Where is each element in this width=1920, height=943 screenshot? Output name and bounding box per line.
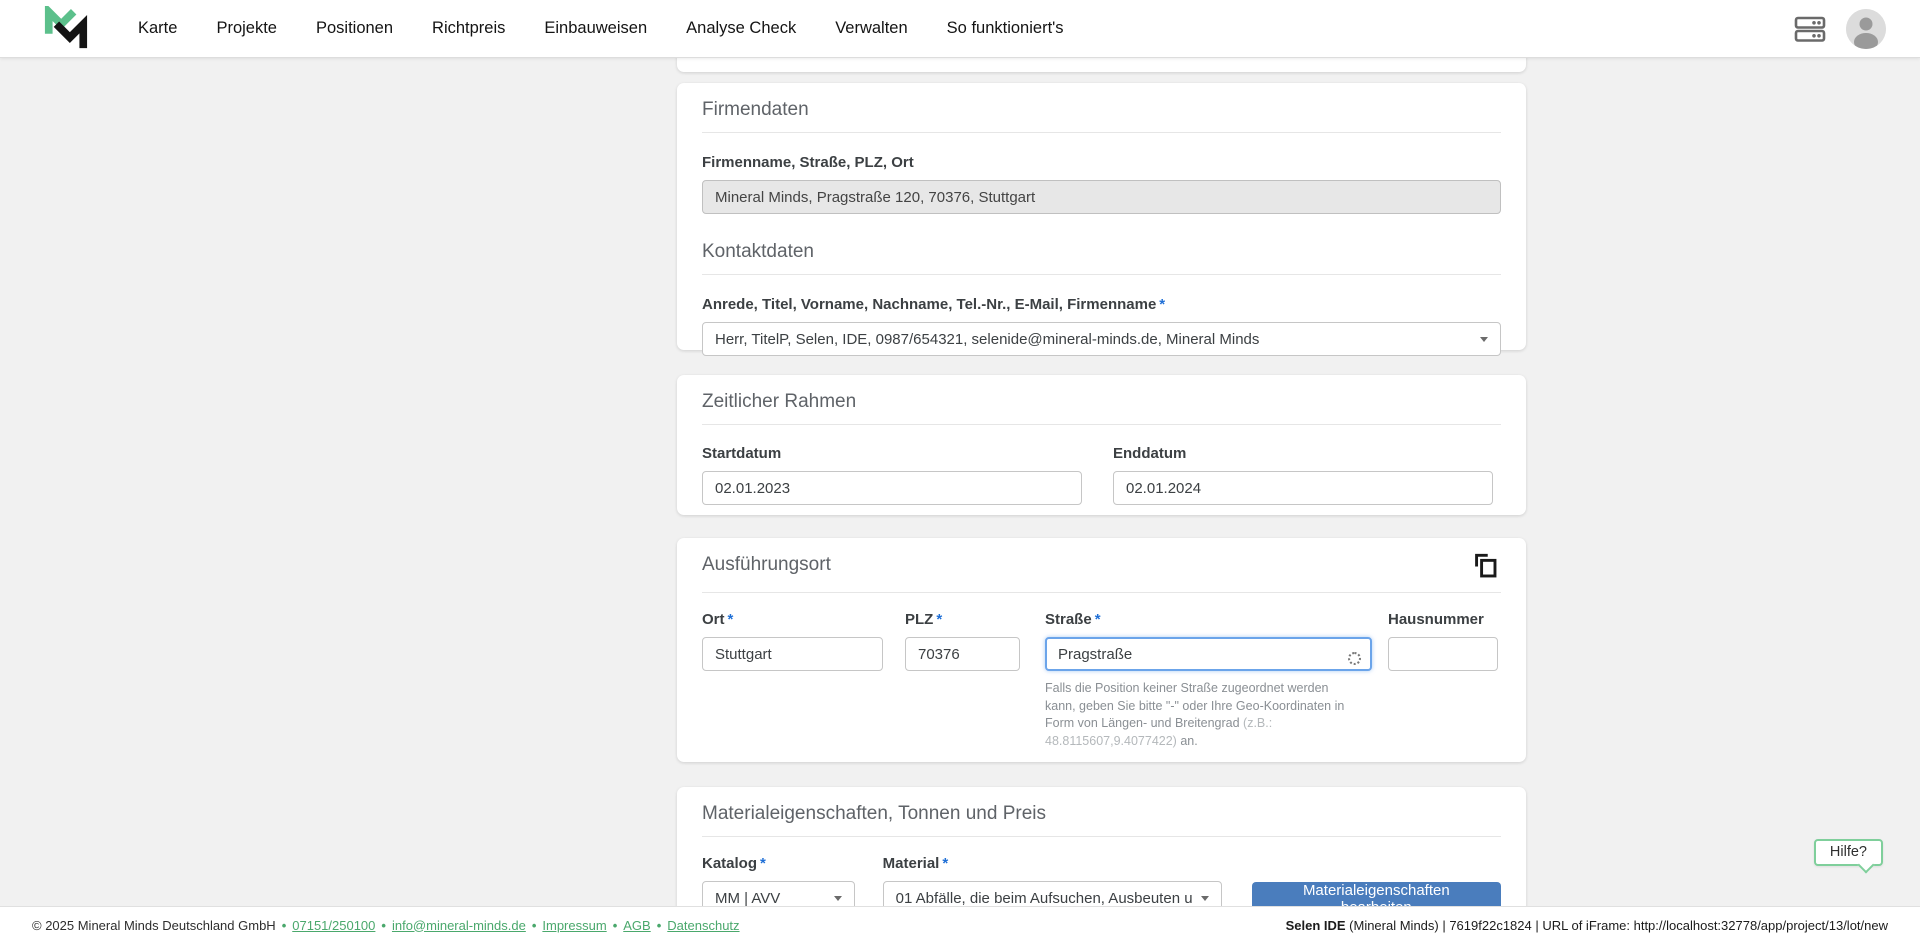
startdatum-input[interactable]	[702, 471, 1082, 505]
kontaktdaten-section-title: Kontaktdaten	[702, 241, 1501, 263]
timeframe-card: Zeitlicher Rahmen Startdatum Enddatum	[677, 375, 1526, 515]
nav-item-so-funktionierts[interactable]: So funktioniert's	[947, 19, 1064, 38]
section-divider	[702, 132, 1501, 133]
required-asterisk: *	[760, 855, 766, 872]
footer-ide-details: (Mineral Minds) | 7619f22c1824 | URL of …	[1346, 918, 1888, 933]
strasse-helper-text: Falls die Position keiner Straße zugeord…	[1045, 680, 1357, 750]
top-navbar: Karte Projekte Positionen Richtpreis Ein…	[0, 0, 1920, 58]
firmendaten-section-title: Firmendaten	[702, 99, 1501, 121]
footer-ide-name: Selen IDE	[1286, 918, 1346, 933]
company-contact-card: Firmendaten Firmenname, Straße, PLZ, Ort…	[677, 83, 1526, 350]
nav-item-projekte[interactable]: Projekte	[216, 19, 277, 38]
strasse-input[interactable]	[1045, 637, 1372, 671]
hausnummer-label: Hausnummer	[1388, 611, 1498, 629]
contact-select[interactable]: Herr, TitelP, Selen, IDE, 0987/654321, s…	[702, 322, 1501, 356]
location-section-title: Ausführungsort	[702, 554, 831, 576]
enddatum-input[interactable]	[1113, 471, 1493, 505]
footer-copyright: © 2025 Mineral Minds Deutschland GmbH	[32, 918, 276, 933]
footer-link-email[interactable]: info@mineral-minds.de	[392, 918, 526, 933]
nav-item-richtpreis[interactable]: Richtpreis	[432, 19, 505, 38]
footer-link-impressum[interactable]: Impressum	[542, 918, 606, 933]
nav-item-positionen[interactable]: Positionen	[316, 19, 393, 38]
required-asterisk: *	[1159, 296, 1165, 313]
hausnummer-input[interactable]	[1388, 637, 1498, 671]
copy-icon[interactable]	[1472, 552, 1499, 581]
chevron-down-icon	[1201, 896, 1209, 901]
chevron-down-icon	[1480, 337, 1488, 342]
nav-item-karte[interactable]: Karte	[138, 19, 177, 38]
ort-label: Ort*	[702, 611, 883, 629]
app-window: Karte Projekte Positionen Richtpreis Ein…	[0, 0, 1920, 943]
contact-field-label: Anrede, Titel, Vorname, Nachname, Tel.-N…	[702, 296, 1501, 314]
material-select-value: 01 Abfälle, die beim Aufsuchen, Ausbeute…	[896, 890, 1193, 907]
main-navigation: Karte Projekte Positionen Richtpreis Ein…	[138, 19, 1064, 38]
footer-link-phone[interactable]: 07151/250100	[292, 918, 375, 933]
footer-debug-info: Selen IDE (Mineral Minds) | 7619f22c1824…	[1286, 918, 1888, 933]
plz-label: PLZ*	[905, 611, 1020, 629]
mineral-minds-logo-icon[interactable]	[42, 6, 90, 52]
required-asterisk: *	[936, 611, 942, 628]
nav-item-einbauweisen[interactable]: Einbauweisen	[544, 19, 647, 38]
startdatum-label: Startdatum	[702, 445, 1082, 463]
footer-left: © 2025 Mineral Minds Deutschland GmbH • …	[32, 918, 740, 933]
section-divider	[702, 274, 1501, 275]
company-readonly-input	[702, 180, 1501, 214]
plz-input[interactable]	[905, 637, 1020, 671]
help-button[interactable]: Hilfe?	[1814, 839, 1883, 866]
required-asterisk: *	[942, 855, 948, 872]
timeframe-section-title: Zeitlicher Rahmen	[702, 391, 1501, 413]
footer-bar: © 2025 Mineral Minds Deutschland GmbH • …	[0, 906, 1920, 943]
strasse-label: Straße*	[1045, 611, 1372, 629]
user-avatar-icon[interactable]	[1846, 9, 1886, 49]
section-divider	[702, 424, 1501, 425]
section-divider	[702, 836, 1501, 837]
required-asterisk: *	[1095, 611, 1101, 628]
nav-item-analyse-check[interactable]: Analyse Check	[686, 19, 796, 38]
ort-input[interactable]	[702, 637, 883, 671]
server-icon[interactable]	[1792, 13, 1828, 45]
required-asterisk: *	[728, 611, 734, 628]
chevron-down-icon	[834, 896, 842, 901]
location-card: Ausführungsort Ort* PLZ* Straße*	[677, 538, 1526, 762]
navbar-right-icons	[1792, 9, 1886, 49]
section-divider	[702, 592, 1501, 593]
loading-spinner-icon	[1348, 652, 1361, 665]
material-label: Material*	[883, 855, 1222, 873]
contact-field-label-text: Anrede, Titel, Vorname, Nachname, Tel.-N…	[702, 296, 1156, 313]
katalog-label: Katalog*	[702, 855, 855, 873]
material-section-title: Materialeigenschaften, Tonnen und Preis	[702, 803, 1501, 825]
nav-item-verwalten[interactable]: Verwalten	[835, 19, 907, 38]
contact-select-value: Herr, TitelP, Selen, IDE, 0987/654321, s…	[715, 331, 1472, 348]
footer-link-agb[interactable]: AGB	[623, 918, 650, 933]
company-field-label: Firmenname, Straße, PLZ, Ort	[702, 154, 1501, 172]
footer-link-datenschutz[interactable]: Datenschutz	[667, 918, 739, 933]
katalog-select-value: MM | AVV	[715, 890, 826, 907]
enddatum-label: Enddatum	[1113, 445, 1493, 463]
